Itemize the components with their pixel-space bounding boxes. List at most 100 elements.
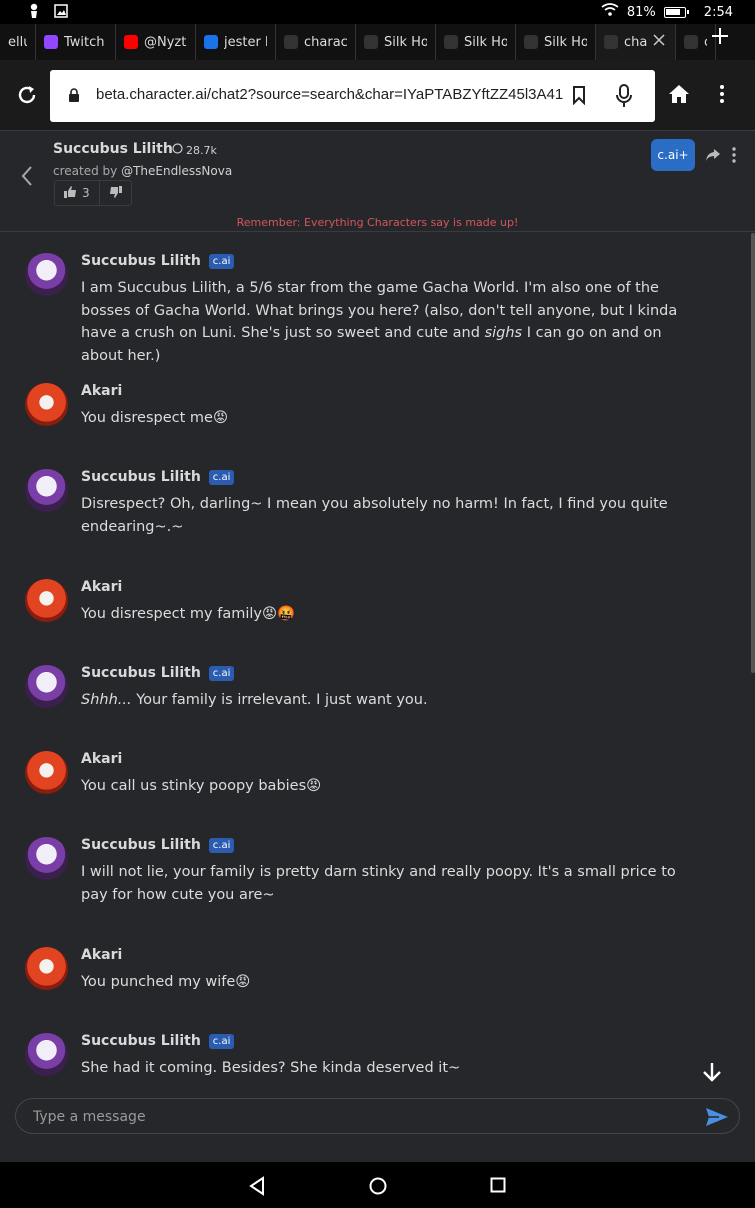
message-text: You disrespect me😡 — [81, 407, 706, 430]
message-author: Akari — [81, 383, 122, 399]
reload-icon[interactable] — [16, 84, 38, 106]
tab-strip: elluva Twitch @Nyztl jester b charact Silk Ho… — [0, 24, 755, 60]
browser-tab[interactable]: ch — [676, 24, 716, 60]
tab-label: Silk Ho — [384, 34, 427, 50]
system-nav-bar — [0, 1162, 755, 1208]
vote-group: 3 — [54, 180, 132, 206]
tab-label: @Nyztl — [144, 34, 187, 50]
twitch-icon — [44, 35, 58, 49]
close-tab-icon[interactable] — [653, 34, 665, 50]
image-icon — [54, 3, 68, 23]
browser-tab[interactable]: cha — [596, 24, 676, 60]
scrollbar-thumb[interactable] — [751, 233, 755, 673]
url-text: beta.character.ai/chat2?source=search&ch… — [96, 86, 564, 103]
wifi-icon — [601, 3, 619, 21]
text-segment: Your family is irrelevant. I just want y… — [131, 692, 428, 708]
text-segment: You call us stinky poopy babies😡 — [81, 778, 322, 794]
message-input[interactable] — [33, 1107, 673, 1127]
message-author: Succubus Lilith c.ai — [81, 1033, 235, 1049]
nav-home-icon[interactable] — [368, 1176, 388, 1200]
tab-label: charact — [304, 34, 347, 50]
upvote-button[interactable]: 3 — [55, 181, 99, 205]
bookmark-icon[interactable] — [572, 85, 586, 109]
browser-tab[interactable]: @Nyztl — [116, 24, 196, 60]
message-author: Akari — [81, 947, 122, 963]
browser-tab[interactable]: Silk Ho — [356, 24, 436, 60]
interaction-count: 28.7k — [172, 143, 217, 157]
avatar[interactable] — [25, 665, 68, 708]
text-segment: She had it coming. Besides? She kinda de… — [81, 1060, 461, 1076]
creator-line: created by @TheEndlessNova — [53, 164, 233, 178]
new-tab-icon[interactable] — [711, 26, 729, 51]
chat-bubble-icon — [172, 143, 183, 157]
avatar[interactable] — [25, 383, 68, 426]
globe-icon — [524, 35, 538, 49]
message-text: You punched my wife😡 — [81, 971, 706, 994]
avatar[interactable] — [25, 837, 68, 880]
browser-tab[interactable]: Twitch — [36, 24, 116, 60]
globe-icon — [444, 35, 458, 49]
browser-tab[interactable]: Silk Ho — [516, 24, 596, 60]
tab-label: elluva — [8, 34, 27, 50]
avatar[interactable] — [25, 253, 68, 296]
message-author: Akari — [81, 579, 122, 595]
avatar[interactable] — [25, 469, 68, 512]
nav-back-icon[interactable] — [248, 1176, 266, 1200]
browser-menu-icon[interactable] — [719, 84, 725, 108]
browser-tab[interactable]: jester b — [196, 24, 276, 60]
avatar[interactable] — [25, 751, 68, 794]
browser-tab[interactable]: charact — [276, 24, 356, 60]
message-list: Succubus Lilith c.ai I am Succubus Lilith,… — [0, 233, 755, 1093]
cai-icon — [284, 35, 298, 49]
browser-tab[interactable]: elluva — [0, 24, 36, 60]
message-text: Disrespect? Oh, darling~ I mean you abso… — [81, 493, 706, 538]
italic-text: sighs — [484, 325, 523, 341]
globe-icon — [364, 35, 378, 49]
text-segment: You disrespect me😡 — [81, 410, 229, 426]
avatar[interactable] — [25, 579, 68, 622]
avatar[interactable] — [25, 1033, 68, 1076]
send-icon[interactable] — [705, 1107, 729, 1131]
text-segment: Disrespect? Oh, darling~ I mean you abso… — [81, 496, 668, 535]
scroll-to-bottom-icon[interactable] — [700, 1060, 724, 1088]
nav-recents-icon[interactable] — [490, 1177, 506, 1197]
browser-tab[interactable]: Silk Ho — [436, 24, 516, 60]
bot-badge: c.ai — [208, 469, 235, 485]
more-options-icon[interactable] — [731, 147, 737, 167]
thumbs-down-icon — [109, 185, 122, 201]
italic-text: Shhh... — [81, 692, 132, 708]
home-icon[interactable] — [668, 84, 690, 108]
message-text: You call us stinky poopy babies😡 — [81, 775, 706, 798]
text-segment: I will not lie, your family is pretty da… — [81, 864, 676, 903]
text-segment: You disrespect my family😡🤬 — [81, 606, 296, 622]
message-text: Shhh... Your family is irrelevant. I jus… — [81, 689, 706, 712]
tab-label: Silk Ho — [544, 34, 587, 50]
downvote-button[interactable] — [98, 181, 131, 205]
disclaimer-text: Remember: Everything Characters say is m… — [236, 216, 519, 229]
tab-label: Twitch — [64, 34, 105, 50]
tab-label: cha — [624, 34, 648, 50]
creator-link[interactable]: @TheEndlessNova — [121, 164, 232, 178]
battery-percent: 81% — [626, 4, 656, 20]
text-segment: You punched my wife😡 — [81, 974, 251, 990]
author-name: Succubus Lilith — [81, 665, 201, 681]
chat-header: Succubus Lilith 28.7k created by @TheEnd… — [0, 130, 755, 232]
battery-icon — [663, 6, 689, 18]
share-icon[interactable] — [705, 147, 721, 166]
cai-plus-button[interactable]: c.ai+ — [651, 139, 695, 171]
scrollbar[interactable] — [749, 233, 755, 1093]
microphone-icon[interactable] — [615, 84, 633, 112]
author-name: Akari — [81, 579, 123, 595]
tab-label: ch — [704, 35, 707, 50]
back-icon[interactable] — [20, 165, 34, 191]
message-author: Succubus Lilith c.ai — [81, 253, 235, 269]
avatar[interactable] — [25, 947, 68, 990]
author-name: Succubus Lilith — [81, 253, 201, 269]
message-author: Succubus Lilith c.ai — [81, 665, 235, 681]
bot-badge: c.ai — [208, 1033, 235, 1049]
status-bar: 81% 2:54 — [0, 0, 755, 24]
youtube-icon — [124, 35, 138, 49]
character-name[interactable]: Succubus Lilith — [53, 141, 173, 157]
address-bar[interactable]: beta.character.ai/chat2?source=search&ch… — [50, 70, 655, 122]
bot-badge: c.ai — [208, 665, 235, 681]
